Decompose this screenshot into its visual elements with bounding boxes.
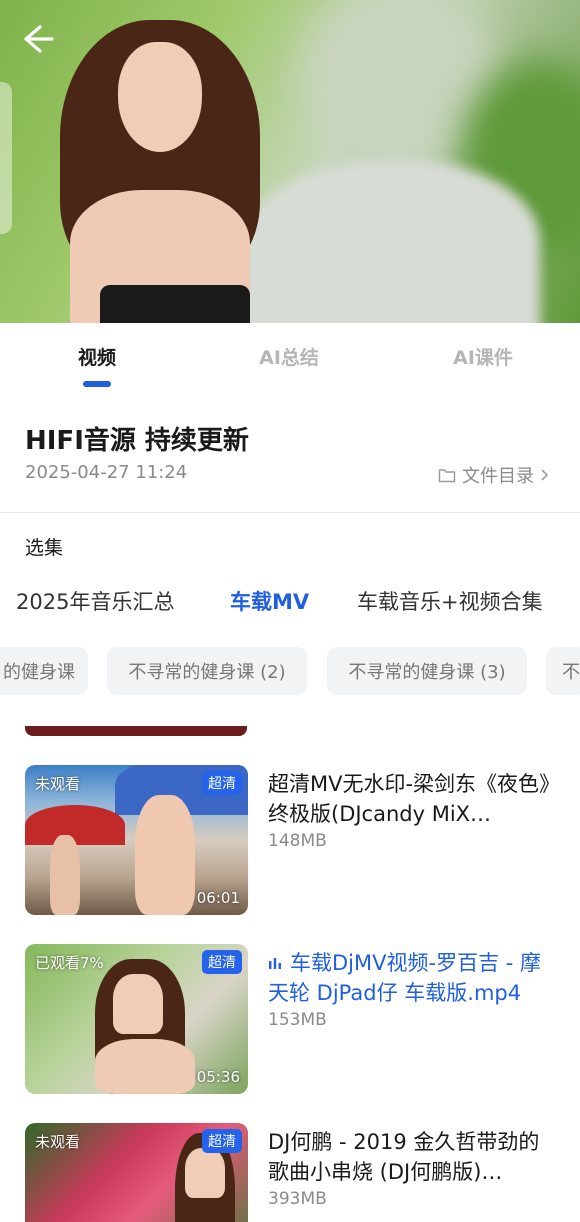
item-title-playing: 车载DjMV视频-罗百吉 - 摩天轮 DjPad仔 车载版.mp4 xyxy=(268,948,560,1008)
item-size: 148MB xyxy=(268,831,327,851)
video-thumbnail: 未观看 超清 xyxy=(25,1123,248,1222)
video-title: HIFI音源 持续更新 xyxy=(25,426,249,456)
video-player[interactable] xyxy=(0,0,580,323)
section-divider xyxy=(0,512,580,513)
tab-ai-courseware[interactable]: AI课件 xyxy=(423,343,543,370)
chip-workout-4[interactable]: 不 xyxy=(546,647,580,695)
chip-workout-2[interactable]: 不寻常的健身课 (2) xyxy=(107,647,307,695)
item-size: 153MB xyxy=(268,1010,327,1030)
duration: 06:01 xyxy=(196,889,240,907)
item-title: 车载DjMV视频-罗百吉 - 摩天轮 DjPad仔 车载版.mp4 xyxy=(268,951,541,1005)
duration: 05:36 xyxy=(196,1068,240,1086)
episodes-heading: 选集 xyxy=(25,537,64,559)
category-tab-car-music-video[interactable]: 车载音乐+视频合集 xyxy=(357,586,543,616)
file-directory-link[interactable]: 文件目录 xyxy=(438,462,550,488)
list-item[interactable]: 已观看7% 超清 05:36 车载DjMV视频-罗百吉 - 摩天轮 DjPad仔… xyxy=(0,944,580,1096)
quality-badge: 超清 xyxy=(202,1129,242,1153)
video-thumbnail: 未观看 超清 06:01 xyxy=(25,765,248,915)
tab-ai-summary[interactable]: AI总结 xyxy=(229,343,349,370)
item-title: DJ何鹏 - 2019 金久哲带劲的歌曲小串烧 (DJ何鹏版)… xyxy=(268,1130,540,1184)
background-rock xyxy=(240,160,540,323)
chip-workout-3[interactable]: 不寻常的健身课 (3) xyxy=(327,647,527,695)
list-item[interactable]: 未观看 超清 06:01 超清MV无水印-梁剑东《夜色》终极版(DJcandy … xyxy=(0,765,580,917)
quality-badge: 超清 xyxy=(202,771,242,795)
watch-status: 未观看 xyxy=(35,1133,81,1151)
arrow-left-icon xyxy=(24,25,54,53)
tab-video[interactable]: 视频 xyxy=(37,343,157,370)
chip-workout-1[interactable]: 的健身课 xyxy=(0,647,88,695)
item-size: 393MB xyxy=(268,1189,327,1209)
equalizer-icon xyxy=(269,958,281,969)
item-title: 超清MV无水印-梁剑东《夜色》终极版(DJcandy MiX… xyxy=(268,772,550,826)
side-drawer-handle[interactable] xyxy=(0,82,12,234)
previous-item-thumbnail-edge xyxy=(25,726,247,736)
publish-date: 2025-04-27 11:24 xyxy=(25,462,188,483)
category-tab-car-mv[interactable]: 车载MV xyxy=(230,586,309,616)
watch-status: 未观看 xyxy=(35,775,81,793)
video-frame-person xyxy=(60,20,260,323)
active-tab-indicator xyxy=(83,381,111,387)
folder-icon xyxy=(438,469,456,483)
video-thumbnail: 已观看7% 超清 05:36 xyxy=(25,944,248,1094)
list-item[interactable]: 未观看 超清 DJ何鹏 - 2019 金久哲带劲的歌曲小串烧 (DJ何鹏版)… … xyxy=(0,1123,580,1222)
quality-badge: 超清 xyxy=(202,950,242,974)
watch-status: 已观看7% xyxy=(35,954,104,972)
back-button[interactable] xyxy=(20,22,60,56)
category-tab-2025-music[interactable]: 2025年音乐汇总 xyxy=(16,586,174,616)
chevron-right-icon xyxy=(541,469,549,481)
file-directory-label: 文件目录 xyxy=(462,466,534,487)
